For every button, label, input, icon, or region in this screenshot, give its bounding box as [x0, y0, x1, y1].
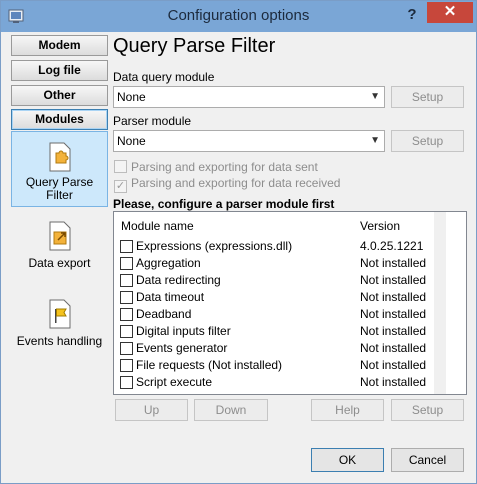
- sidebar-item-label: Data export: [28, 256, 91, 270]
- list-item[interactable]: Data redirecting Not installed: [114, 272, 434, 289]
- page-title: Query Parse Filter: [113, 35, 276, 57]
- sidebar-item-label: Events handling: [16, 334, 103, 348]
- list-header: Module name Version: [114, 212, 466, 238]
- puzzle-icon: [49, 142, 70, 172]
- module-name: File requests (Not installed): [136, 358, 283, 372]
- checkbox[interactable]: [120, 325, 133, 338]
- module-version: Not installed: [360, 358, 427, 372]
- check-data-sent-label: Parsing and exporting for data sent: [131, 160, 318, 174]
- module-name: Digital inputs filter: [136, 324, 231, 338]
- module-name: Deadband: [136, 307, 192, 321]
- checkbox[interactable]: [114, 160, 127, 173]
- module-name: Data redirecting: [136, 273, 221, 287]
- parser-value: None: [117, 134, 146, 148]
- checkbox[interactable]: [120, 342, 133, 355]
- warning-text: Please, configure a parser module first: [113, 197, 335, 211]
- tab-modules[interactable]: Modules: [11, 109, 108, 130]
- parser-select[interactable]: None ▼: [113, 130, 385, 152]
- module-version: Not installed: [360, 273, 427, 287]
- flag-icon: [49, 299, 70, 329]
- parser-label: Parser module: [113, 114, 192, 128]
- module-version: 4.0.25.1221: [360, 239, 424, 253]
- setup-data-query-button[interactable]: Setup: [391, 86, 464, 108]
- module-version: Not installed: [360, 324, 427, 338]
- list-item[interactable]: Events generator Not installed: [114, 340, 434, 357]
- ok-button[interactable]: OK: [311, 448, 384, 472]
- module-version: Not installed: [360, 341, 427, 355]
- checkbox[interactable]: [120, 359, 133, 372]
- tab-log-file[interactable]: Log file: [11, 60, 108, 81]
- checkbox-checked[interactable]: ✓: [114, 180, 127, 193]
- title-bar[interactable]: Configuration options ? ✕: [1, 1, 476, 32]
- list-scrollbar[interactable]: [434, 212, 446, 394]
- up-button[interactable]: Up: [115, 399, 188, 421]
- module-version: Not installed: [360, 307, 427, 321]
- cancel-button[interactable]: Cancel: [391, 448, 464, 472]
- checkbox[interactable]: [120, 257, 133, 270]
- module-version: Not installed: [360, 375, 427, 389]
- help-title-button[interactable]: ?: [399, 4, 425, 26]
- checkbox[interactable]: [120, 240, 133, 253]
- list-item[interactable]: Data timeout Not installed: [114, 289, 434, 306]
- list-item[interactable]: Expressions (expressions.dll) 4.0.25.1221: [114, 238, 434, 255]
- list-item[interactable]: Script execute Not installed: [114, 374, 434, 391]
- module-version: Not installed: [360, 290, 427, 304]
- list-item[interactable]: File requests (Not installed) Not install…: [114, 357, 434, 374]
- column-header-version[interactable]: Version: [360, 219, 400, 233]
- module-name: Aggregation: [136, 256, 201, 270]
- chevron-down-icon: ▼: [370, 91, 380, 102]
- check-data-sent[interactable]: Parsing and exporting for data sent: [114, 160, 318, 174]
- module-name: Script execute: [136, 375, 213, 389]
- checkbox[interactable]: [120, 274, 133, 287]
- module-sidebar: Query Parse Filter Data export Events ha…: [11, 131, 108, 431]
- chevron-down-icon: ▼: [370, 135, 380, 146]
- sidebar-item-events-handling[interactable]: Events handling: [11, 299, 108, 359]
- data-query-value: None: [117, 90, 146, 104]
- module-name: Data timeout: [136, 290, 205, 304]
- data-query-select[interactable]: None ▼: [113, 86, 385, 108]
- module-list[interactable]: Module name Version Expressions (express…: [113, 211, 467, 395]
- tab-other[interactable]: Other: [11, 85, 108, 106]
- checkbox[interactable]: [120, 376, 133, 389]
- down-button[interactable]: Down: [194, 399, 268, 421]
- column-header-name[interactable]: Module name: [121, 219, 194, 233]
- close-button[interactable]: ✕: [427, 2, 473, 23]
- data-query-label: Data query module: [113, 70, 215, 84]
- setup-parser-button[interactable]: Setup: [391, 130, 464, 152]
- tab-modem[interactable]: Modem: [11, 35, 108, 56]
- config-window: Configuration options ? ✕ Modem Log file…: [0, 0, 477, 484]
- checkbox[interactable]: [120, 308, 133, 321]
- setup-module-button[interactable]: Setup: [391, 399, 464, 421]
- list-item[interactable]: Deadband Not installed: [114, 306, 434, 323]
- sidebar-item-label: Query Parse Filter: [25, 175, 94, 202]
- module-version: Not installed: [360, 256, 427, 270]
- checkbox[interactable]: [120, 291, 133, 304]
- module-name: Events generator: [136, 341, 228, 355]
- list-item[interactable]: Aggregation Not installed: [114, 255, 434, 272]
- check-data-received-label: Parsing and exporting for data received: [131, 176, 341, 190]
- check-data-received[interactable]: ✓ Parsing and exporting for data received: [114, 176, 340, 193]
- sidebar-item-data-export[interactable]: Data export: [11, 221, 108, 281]
- export-icon: [49, 221, 70, 251]
- list-item[interactable]: Digital inputs filter Not installed: [114, 323, 434, 340]
- help-button[interactable]: Help: [311, 399, 384, 421]
- module-name: Expressions (expressions.dll): [136, 239, 293, 253]
- sidebar-item-query-parse-filter[interactable]: Query Parse Filter: [11, 131, 108, 207]
